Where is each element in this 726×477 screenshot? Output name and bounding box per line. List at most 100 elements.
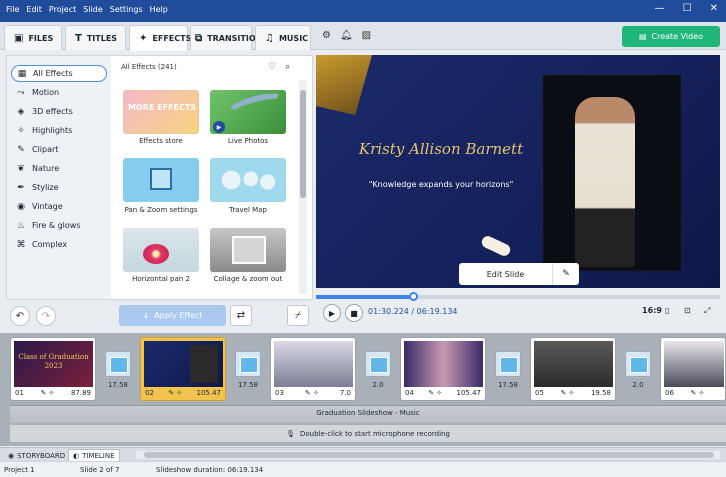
timeline-scrollbar[interactable] <box>136 451 720 459</box>
transition-item[interactable]: 17.58 <box>103 351 133 395</box>
category-motion[interactable]: ⤳ Motion <box>11 84 107 101</box>
apply-effect-button[interactable]: ↓ Apply Effect <box>119 305 226 326</box>
fullscreen-icon[interactable]: ⤢ <box>704 306 710 316</box>
category-complex[interactable]: ⌘ Complex <box>11 236 107 253</box>
menu-settings[interactable]: Settings <box>110 5 143 14</box>
status-duration: Slideshow duration: 06:19.134 <box>156 466 264 474</box>
pen-icon[interactable]: ✎ <box>553 263 579 285</box>
category-highlights[interactable]: ✧ Highlights <box>11 122 107 139</box>
tab-files[interactable]: ▣ FILES <box>4 25 62 50</box>
effect-label: Horizontal pan 2 <box>132 275 190 283</box>
microphone-track[interactable]: 🎙︎ Double-click to start microphone recor… <box>10 425 726 442</box>
minimize-button[interactable]: — <box>655 3 665 14</box>
maximize-button[interactable]: ☐ <box>683 3 692 14</box>
timeline-scroll-thumb[interactable] <box>144 452 714 458</box>
slide-tools-icons[interactable]: ✎ ✧ <box>168 389 182 397</box>
category-nature[interactable]: ❦ Nature <box>11 160 107 177</box>
music-track[interactable]: Graduation Slideshow - Music <box>10 405 726 423</box>
timeline-icon: ◐ <box>73 452 80 460</box>
shuffle-button[interactable]: ⇄ <box>230 305 252 326</box>
redo-button[interactable]: ↷ <box>36 306 56 326</box>
create-video-button[interactable]: ▤ Create Video <box>622 26 720 47</box>
slide-number: 03 <box>275 389 284 397</box>
category-all-effects[interactable]: ▦ All Effects <box>11 65 107 82</box>
menu-help[interactable]: Help <box>150 5 168 14</box>
heart-icon[interactable]: ♡ <box>268 62 276 72</box>
slide-item[interactable]: Class of Graduation 2023 01 ✎ ✧ 87.89 <box>10 337 96 401</box>
menu-slide[interactable]: Slide <box>83 5 103 14</box>
brush-icon: ✒ <box>17 182 25 193</box>
edit-slide-button[interactable]: Edit Slide <box>459 263 553 285</box>
transition-item[interactable]: 17.58 <box>233 351 263 395</box>
effect-card-pan-zoom[interactable] <box>123 158 199 202</box>
menu-project[interactable]: Project <box>49 5 76 14</box>
transition-item[interactable]: 2.0 <box>623 351 653 395</box>
slide-item[interactable]: 04 ✎ ✧ 105.47 <box>400 337 486 401</box>
image-icon[interactable]: ▨ <box>362 30 371 41</box>
effects-scrollbar[interactable] <box>299 80 307 294</box>
status-slide: Slide 2 of 7 <box>80 466 120 474</box>
effect-card-store[interactable]: MORE EFFECTS <box>123 90 199 134</box>
effect-label: Effects store <box>139 137 183 145</box>
effect-label: Collage & zoom out <box>213 275 283 283</box>
transitions-icon: ⧉ <box>195 32 203 44</box>
playback-scrubber[interactable] <box>408 292 418 301</box>
effect-card-horizontal-pan[interactable] <box>123 228 199 272</box>
timeline: Class of Graduation 2023 01 ✎ ✧ 87.89 17.5… <box>0 333 726 446</box>
tab-titles[interactable]: T TITLES <box>65 25 126 50</box>
undo-button[interactable]: ↶ <box>10 306 30 326</box>
stop-button[interactable]: ■ <box>345 304 363 322</box>
effect-card-collage-zoom[interactable] <box>210 228 286 272</box>
close-button[interactable]: ✕ <box>710 3 718 14</box>
tab-effects[interactable]: ✦ EFFECTS <box>129 25 191 51</box>
slide-tools-icons[interactable]: ✎ ✧ <box>560 389 574 397</box>
slide-thumbnail <box>144 341 223 387</box>
snapshot-icon[interactable]: ⊡ <box>684 306 691 315</box>
slide-item[interactable]: 05 ✎ ✧ 19.58 <box>530 337 616 401</box>
3d-icon: ◈ <box>17 106 25 117</box>
playback-progress[interactable] <box>316 292 720 301</box>
category-fire-glows[interactable]: ♨ Fire & glows <box>11 217 107 234</box>
clean-effects-button[interactable]: ⌿ <box>287 305 309 326</box>
category-stylize[interactable]: ✒ Stylize <box>11 179 107 196</box>
river-graphic <box>224 90 286 124</box>
category-3d-effects[interactable]: ◈ 3D effects <box>11 103 107 120</box>
transition-item[interactable]: 17.58 <box>493 351 523 395</box>
transition-duration: 17.58 <box>497 381 519 389</box>
slide-item[interactable]: 02 ✎ ✧ 105.47 <box>140 337 226 401</box>
effect-card-travel-map[interactable] <box>210 158 286 202</box>
slide-tools-icons[interactable]: ✎ ✧ <box>428 389 442 397</box>
transition-item[interactable]: 2.0 <box>363 351 393 395</box>
effect-card-live-photos[interactable]: ▶ <box>210 90 286 134</box>
slide-item[interactable]: 06 ✎ ✧ <box>660 337 726 401</box>
slide-duration: 19.58 <box>590 389 611 397</box>
title-bar: File Edit Project Slide Settings Help — … <box>0 0 726 22</box>
collage-frame-graphic <box>232 236 266 264</box>
menu-edit[interactable]: Edit <box>26 5 42 14</box>
slide-thumbnail: Class of Graduation 2023 <box>14 341 93 387</box>
menu-file[interactable]: File <box>6 5 19 14</box>
effects-scroll-thumb[interactable] <box>300 90 306 198</box>
tab-transitions[interactable]: ⧉ TRANSITIONS <box>190 25 268 50</box>
category-clipart[interactable]: ✎ Clipart <box>11 141 107 158</box>
music-note-icon: ♫ <box>265 32 274 44</box>
aspect-ratio-button[interactable]: 16:9 <box>642 306 662 315</box>
slide-tools-icons[interactable]: ✎ ✧ <box>305 389 319 397</box>
gear-icon[interactable]: ⚙ <box>322 30 331 41</box>
transition-icon <box>365 351 391 377</box>
slide-preview[interactable]: Kristy Allison Barnett "Knowledge expand… <box>316 55 720 288</box>
shuffle-icon: ⇄ <box>236 310 246 321</box>
effects-count-heading: All Effects (241) <box>121 63 177 71</box>
sparkle-icon: ✦ <box>139 33 148 44</box>
slide-tools-icons[interactable]: ✎ ✧ <box>40 389 54 397</box>
transition-duration: 2.0 <box>372 381 384 389</box>
effects-panel: ▦ All Effects ⤳ Motion ◈ 3D effects ✧ Highli… <box>6 55 313 300</box>
play-button[interactable]: ▶ <box>323 304 341 322</box>
fit-icon[interactable]: ▯ <box>665 306 669 315</box>
tab-music[interactable]: ♫ MUSIC <box>255 25 311 50</box>
slide-item[interactable]: 03 ✎ ✧ 7.0 <box>270 337 356 401</box>
category-vintage[interactable]: ◉ Vintage <box>11 198 107 215</box>
search-icon[interactable]: ⌕ <box>285 62 290 72</box>
bell-icon[interactable]: 🔔︎ <box>340 30 353 41</box>
slide-tools-icons[interactable]: ✎ ✧ <box>690 389 704 397</box>
